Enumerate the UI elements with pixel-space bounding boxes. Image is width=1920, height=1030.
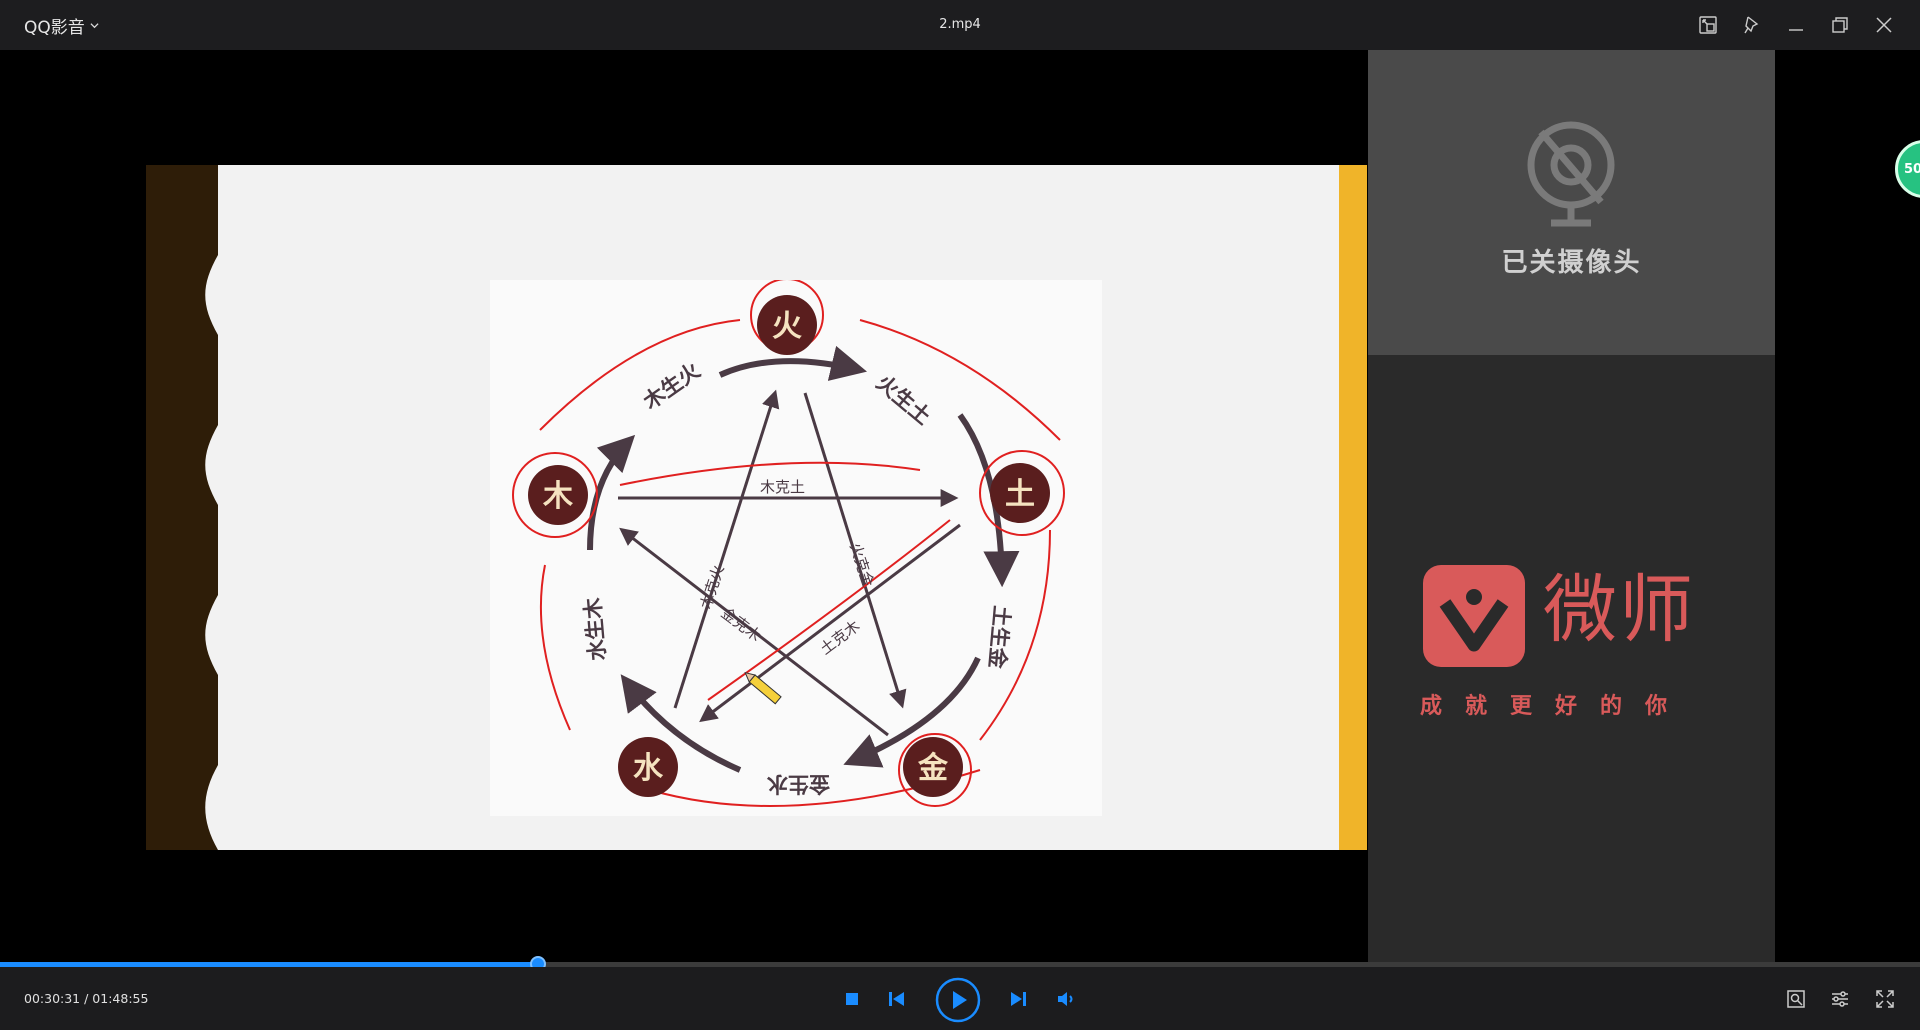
element-metal: 金 — [903, 737, 963, 797]
video-canvas[interactable]: 火 土 金 水 木 木生火 火生土 土生金 金生水 水生木 木克土 木克火 火克… — [0, 50, 1920, 965]
title-bar: QQ影音 2.mp4 — [0, 0, 1920, 50]
previous-button[interactable] — [884, 986, 910, 1012]
element-fire: 火 — [757, 295, 817, 355]
svg-text:水: 水 — [633, 751, 664, 786]
app-menu[interactable]: QQ影音 — [24, 0, 99, 50]
stop-icon — [846, 993, 858, 1005]
element-wood: 木 — [528, 465, 588, 525]
next-button[interactable] — [1005, 986, 1031, 1012]
screenshot-icon — [1787, 990, 1805, 1008]
label-water-generates-wood: 水生木 — [580, 596, 609, 662]
label-wood-generates-fire: 木生火 — [638, 358, 704, 414]
label-metal-generates-water: 金生水 — [766, 772, 831, 796]
play-button[interactable] — [935, 977, 981, 1023]
screenshot-button[interactable] — [1782, 985, 1810, 1013]
close-icon — [1876, 17, 1892, 33]
label-wood-overcomes-fire: 木克火 — [697, 563, 728, 611]
fullscreen-button[interactable] — [1871, 985, 1899, 1013]
camera-status-text: 已关摄像头 — [1501, 248, 1642, 278]
slide-frame: 火 土 金 水 木 木生火 火生土 土生金 金生水 水生木 木克土 木克火 火克… — [146, 165, 1367, 850]
label-metal-overcomes-wood: 金克木 — [718, 604, 765, 645]
volume-icon — [1058, 992, 1073, 1006]
pin-button[interactable] — [1730, 0, 1774, 50]
svg-text:木: 木 — [542, 479, 573, 514]
minimize-icon — [1789, 29, 1803, 31]
time-display: 00:30:31 / 01:48:55 — [24, 991, 149, 1006]
element-water: 水 — [618, 737, 678, 797]
mini-mode-button[interactable] — [1686, 0, 1730, 50]
chevron-down-icon — [90, 22, 99, 28]
camera-box: 已关摄像头 — [1368, 50, 1775, 355]
previous-icon — [889, 992, 904, 1006]
next-icon — [1011, 992, 1026, 1006]
brand-slogan: 成就更好的你 — [1420, 694, 1691, 719]
minimize-button[interactable] — [1774, 0, 1818, 50]
fullscreen-icon — [1876, 990, 1894, 1008]
play-icon — [935, 977, 981, 1023]
restore-icon — [1832, 17, 1848, 33]
floating-badge-label: 50 — [1904, 161, 1920, 177]
weishi-logo-icon — [1423, 565, 1525, 667]
five-elements-diagram: 火 土 金 水 木 木生火 火生土 土生金 金生水 水生木 木克土 木克火 火克… — [490, 280, 1102, 816]
app-menu-label: QQ影音 — [24, 17, 85, 38]
slide-right-band — [1339, 165, 1367, 850]
pin-icon — [1744, 16, 1759, 34]
label-wood-overcomes-earth: 木克土 — [760, 478, 805, 496]
floating-badge[interactable]: 50 — [1895, 140, 1920, 198]
element-earth: 土 — [990, 463, 1050, 523]
settings-icon — [1832, 991, 1848, 1007]
close-button[interactable] — [1862, 0, 1906, 50]
svg-text:土: 土 — [1005, 477, 1035, 512]
svg-text:金: 金 — [917, 751, 949, 786]
label-earth-generates-metal: 土生金 — [984, 605, 1013, 671]
control-bar: 00:30:31 / 01:48:55 — [0, 967, 1920, 1030]
window-controls — [1686, 0, 1906, 50]
five-elements-svg: 火 土 金 水 木 木生火 火生土 土生金 金生水 水生木 木克土 木克火 火克… — [512, 280, 1065, 807]
restore-button[interactable] — [1818, 0, 1862, 50]
volume-button[interactable] — [1054, 986, 1080, 1012]
label-fire-overcomes-metal: 火克金 — [846, 541, 877, 589]
stop-button[interactable] — [839, 986, 865, 1012]
label-fire-generates-earth: 火生土 — [872, 370, 936, 429]
label-earth-overcomes-wood: 土克木 — [817, 617, 864, 658]
camera-off-icon — [1527, 121, 1615, 227]
mini-mode-icon — [1699, 16, 1717, 34]
file-title: 2.mp4 — [939, 17, 981, 32]
side-panel: 已关摄像头 微师 成就更好的你 — [1368, 50, 1775, 965]
brand-name: 微师 — [1543, 567, 1695, 653]
settings-button[interactable] — [1826, 985, 1854, 1013]
svg-text:火: 火 — [772, 309, 802, 344]
slide-wave-border — [205, 165, 256, 850]
